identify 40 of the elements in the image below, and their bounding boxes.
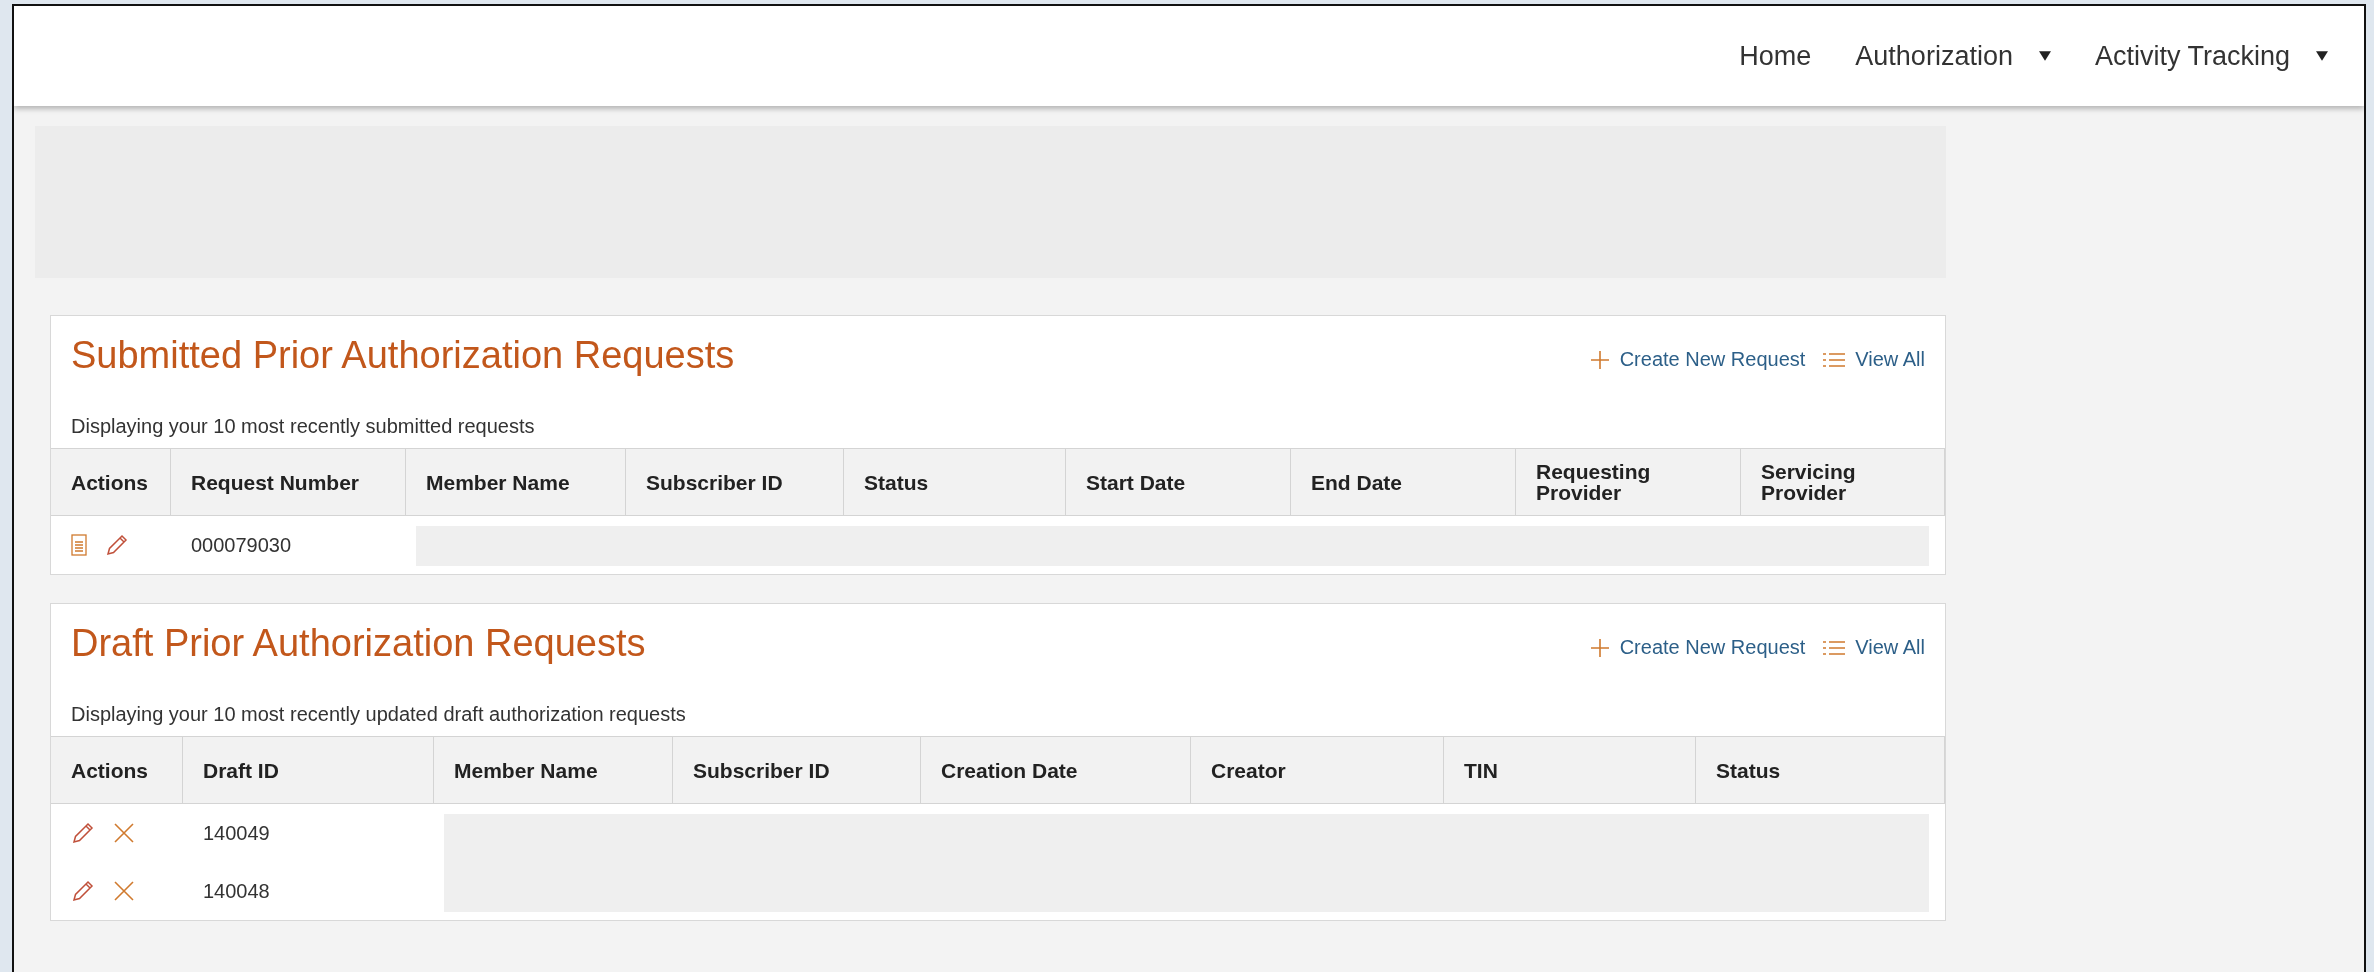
column-header: Servicing Provider bbox=[1741, 449, 1945, 516]
close-icon[interactable] bbox=[113, 880, 135, 902]
column-header: Requesting Provider bbox=[1516, 449, 1741, 516]
table-cell-text: 000079030 bbox=[190, 532, 293, 558]
pencil-icon[interactable] bbox=[71, 879, 95, 903]
panel-title: Submitted Prior Authorization Requests bbox=[71, 334, 735, 377]
column-header: Member Name bbox=[434, 737, 673, 804]
column-header: Subscriber ID bbox=[626, 449, 844, 516]
panel-subtitle: Displaying your 10 most recently submitted requests bbox=[71, 415, 536, 438]
column-header: Status bbox=[844, 449, 1066, 516]
column-header: Actions bbox=[51, 737, 183, 804]
table-cell-text: 140048 bbox=[202, 878, 271, 904]
column-header: Subscriber ID bbox=[673, 737, 921, 804]
column-header: Status bbox=[1696, 737, 1945, 804]
list-icon bbox=[1823, 639, 1846, 656]
list-icon bbox=[1823, 351, 1846, 368]
plus-icon bbox=[1589, 349, 1610, 370]
create-request-link[interactable]: Create New Request bbox=[1589, 636, 1806, 659]
nav-link[interactable]: Activity Tracking bbox=[2094, 40, 2328, 72]
column-header: Member Name bbox=[406, 449, 626, 516]
pencil-icon[interactable] bbox=[71, 821, 95, 845]
view-all-link[interactable]: View All bbox=[1823, 636, 1925, 659]
create-request-link[interactable]: Create New Request bbox=[1589, 348, 1806, 371]
close-icon[interactable] bbox=[113, 822, 135, 844]
column-header: Actions bbox=[51, 449, 171, 516]
column-header: End Date bbox=[1291, 449, 1516, 516]
view-all-link[interactable]: View All bbox=[1823, 348, 1925, 371]
column-header: Creator bbox=[1191, 737, 1444, 804]
column-header: Draft ID bbox=[183, 737, 434, 804]
nav-link[interactable]: Home bbox=[1739, 40, 1812, 72]
column-header: Creation Date bbox=[921, 737, 1191, 804]
pencil-icon[interactable] bbox=[105, 533, 129, 557]
column-header: Request Number bbox=[171, 449, 406, 516]
panel-title: Draft Prior Authorization Requests bbox=[71, 622, 646, 665]
column-header: TIN bbox=[1444, 737, 1696, 804]
panel-subtitle: Displaying your 10 most recently updated draft authorization requests bbox=[71, 703, 687, 726]
table-cell-text: 140049 bbox=[202, 820, 271, 846]
plus-icon bbox=[1589, 637, 1610, 658]
column-header: Start Date bbox=[1066, 449, 1291, 516]
nav-link[interactable]: Authorization bbox=[1855, 40, 2051, 72]
